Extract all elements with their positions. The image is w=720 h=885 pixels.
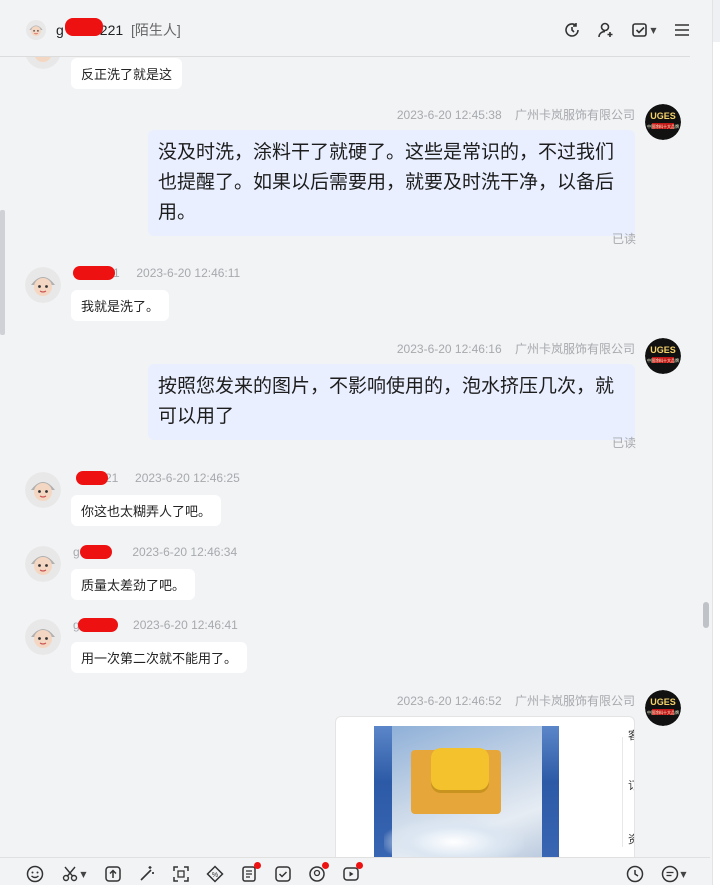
order-icon[interactable] [239,862,261,884]
message-bubble[interactable]: 我就是洗了。 [71,290,170,321]
message-bubble[interactable]: 反正洗了就是这 [71,58,183,89]
message-time: 2023-6-20 12:46:34 [132,545,238,559]
coupon-icon[interactable]: % [205,864,225,884]
emoji-icon[interactable] [25,864,45,884]
product-card[interactable]: 客 订 资 [335,716,635,857]
message-bubble[interactable]: 质量太差劲了吧。 [71,569,196,600]
message-list[interactable]: 反正洗了就是这 2023-6-20 12:45:38 广州卡岚服饰有限公司 UG… [0,57,705,857]
quick-reply-icon[interactable]: ▼ [659,864,689,884]
message-scrollbar[interactable] [703,602,709,628]
card-side-text: 订 [628,777,634,793]
message-meta: 2023-6-20 12:45:38 广州卡岚服饰有限公司 [397,106,635,123]
svg-text:中国涂料十大品牌: 中国涂料十大品牌 [647,123,679,129]
history-icon[interactable] [562,20,582,40]
read-receipt: 已读 [612,436,637,450]
redaction-mark [78,618,118,632]
company-avatar[interactable]: UGES 中国涂料十大品牌 [645,690,681,726]
chevron-down-icon: ▼ [680,869,687,879]
sender-name: 广州卡岚服饰有限公司 [514,342,635,356]
message-bubble[interactable]: 你这也太糊弄人了吧。 [71,495,222,526]
profile-icon[interactable] [307,862,329,884]
company-avatar[interactable]: UGES 中国涂料十大品牌 [645,104,681,140]
redaction-mark [80,545,112,559]
svg-text:%: % [212,872,218,879]
contact-avatar[interactable] [25,472,61,508]
card-side-text: 资 [628,831,634,847]
message-bubble[interactable]: 按照您发来的图片，不影响使用的，泡水挤压几次，就可以用了 [148,364,635,440]
contact-title[interactable]: g 221 [陌生人] [56,18,181,40]
contact-avatar[interactable] [25,546,61,582]
stranger-tag: [陌生人] [131,22,181,38]
read-receipt: 已读 [612,232,637,246]
svg-text:中国涂料十大品牌: 中国涂料十大品牌 [647,709,679,715]
chat-window: g 221 [陌生人] ▼ 反正洗了就是这 2023-6-20 12:45:38… [0,0,720,885]
video-icon[interactable] [341,862,363,884]
menu-icon[interactable] [672,20,692,40]
message-meta: 2023-6-20 12:46:52 广州卡岚服饰有限公司 [397,692,635,709]
message-time: 2023-6-20 12:45:38 [396,108,502,122]
side-panel-edge [712,0,720,885]
svg-text:中国涂料十大品牌: 中国涂料十大品牌 [647,357,679,363]
notification-badge [356,862,363,869]
check-icon[interactable] [273,864,293,884]
screenshot-icon[interactable] [171,864,191,884]
svg-text:UGES: UGES [650,111,676,121]
upload-icon[interactable] [103,864,123,884]
avatar-icon [26,20,46,40]
message-meta: 2023-6-20 12:46:16 广州卡岚服饰有限公司 [397,340,635,357]
notification-badge [254,862,261,869]
add-contact-icon[interactable] [596,20,616,40]
message-bubble[interactable]: 没及时洗，涂料干了就硬了。这些是常识的，不过我们也提醒了。如果以后需要用，就要及… [148,130,635,236]
svg-text:UGES: UGES [650,697,676,707]
message-time: 2023-6-20 12:46:52 [396,694,502,708]
input-toolbar: ▼ % ▼ [0,857,710,885]
contact-avatar-small[interactable] [26,20,46,40]
contact-name: g [56,22,64,38]
header-actions: ▼ [562,20,692,40]
notification-badge [322,862,329,869]
card-side-text: 客 [628,727,634,743]
redaction-mark [73,266,115,280]
sender-name: 广州卡岚服饰有限公司 [514,694,635,708]
magic-icon[interactable] [137,864,157,884]
message-time: 2023-6-20 12:46:11 [136,266,241,280]
message-time: 2023-6-20 12:46:16 [396,342,502,356]
redaction-mark [76,471,108,485]
message-time: 2023-6-20 12:46:41 [133,618,238,632]
contact-avatar[interactable] [25,619,61,655]
contact-avatar[interactable] [25,267,61,303]
contact-name-suffix: 221 [99,22,124,38]
scissors-icon[interactable]: ▼ [60,864,88,884]
product-photo[interactable] [374,726,559,857]
svg-text:UGES: UGES [650,345,676,355]
message-time: 2023-6-20 12:46:25 [135,471,240,485]
sender-name: 广州卡岚服饰有限公司 [514,108,635,122]
chat-header: g 221 [陌生人] ▼ [0,0,720,60]
redaction-mark [65,18,103,36]
task-check-icon[interactable]: ▼ [630,20,658,40]
chevron-down-icon: ▼ [650,25,657,35]
company-avatar[interactable]: UGES 中国涂料十大品牌 [645,338,681,374]
contact-avatar[interactable] [25,57,61,69]
chevron-down-icon: ▼ [80,869,87,879]
history-icon[interactable] [625,864,645,884]
message-bubble[interactable]: 用一次第二次就不能用了。 [71,642,248,673]
